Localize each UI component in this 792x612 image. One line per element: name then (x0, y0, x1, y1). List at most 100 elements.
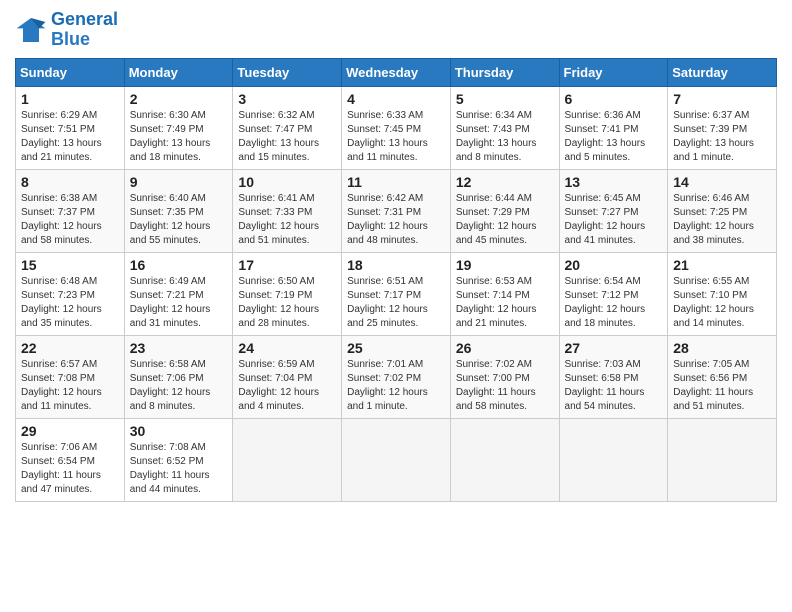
day-info: Sunrise: 6:45 AM Sunset: 7:27 PM Dayligh… (565, 192, 663, 248)
calendar-cell: 11 Sunrise: 6:42 AM Sunset: 7:31 PM Dayli… (342, 169, 451, 252)
day-info: Sunrise: 6:55 AM Sunset: 7:10 PM Dayligh… (673, 275, 771, 331)
day-info: Sunrise: 6:49 AM Sunset: 7:21 PM Dayligh… (130, 275, 228, 331)
day-info: Sunrise: 6:46 AM Sunset: 7:25 PM Dayligh… (673, 192, 771, 248)
calendar-cell: 17Sunrise: 6:50 AM Sunset: 7:19 PM Dayli… (233, 252, 342, 335)
day-number: 8 (21, 174, 119, 190)
calendar-cell: 21 Sunrise: 6:55 AM Sunset: 7:10 PM Dayli… (668, 252, 777, 335)
header-day-friday: Friday (559, 58, 668, 86)
day-info: Sunrise: 6:57 AM Sunset: 7:08 PM Dayligh… (21, 358, 119, 414)
calendar-cell: 24 Sunrise: 6:59 AM Sunset: 7:04 PM Dayli… (233, 335, 342, 418)
day-number: 5 (456, 91, 554, 107)
day-number: 24 (238, 340, 336, 356)
calendar-cell (233, 418, 342, 501)
day-number: 4 (347, 91, 445, 107)
day-number: 13 (565, 174, 663, 190)
day-info: Sunrise: 6:58 AM Sunset: 7:06 PM Dayligh… (130, 358, 228, 414)
day-number: 22 (21, 340, 119, 356)
day-number: 9 (130, 174, 228, 190)
day-number: 19 (456, 257, 554, 273)
day-number: 15 (21, 257, 119, 273)
calendar-cell (559, 418, 668, 501)
calendar-cell: 13 Sunrise: 6:45 AM Sunset: 7:27 PM Dayli… (559, 169, 668, 252)
calendar-header-row: SundayMondayTuesdayWednesdayThursdayFrid… (16, 58, 777, 86)
day-info: Sunrise: 6:41 AM Sunset: 7:33 PM Dayligh… (238, 192, 336, 248)
day-info: Sunrise: 6:34 AM Sunset: 7:43 PM Dayligh… (456, 109, 554, 165)
calendar-week-2: 8 Sunrise: 6:38 AM Sunset: 7:37 PM Daylig… (16, 169, 777, 252)
day-info: Sunrise: 6:33 AM Sunset: 7:45 PM Dayligh… (347, 109, 445, 165)
logo-icon (15, 14, 47, 46)
calendar-cell: 4 Sunrise: 6:33 AM Sunset: 7:45 PM Daylig… (342, 86, 451, 169)
calendar-week-5: 29Sunrise: 7:06 AM Sunset: 6:54 PM Dayli… (16, 418, 777, 501)
day-info: Sunrise: 6:40 AM Sunset: 7:35 PM Dayligh… (130, 192, 228, 248)
calendar-week-3: 15 Sunrise: 6:48 AM Sunset: 7:23 PM Dayli… (16, 252, 777, 335)
calendar-cell: 9 Sunrise: 6:40 AM Sunset: 7:35 PM Daylig… (124, 169, 233, 252)
day-info: Sunrise: 6:53 AM Sunset: 7:14 PM Dayligh… (456, 275, 554, 331)
calendar-cell: 2 Sunrise: 6:30 AM Sunset: 7:49 PM Daylig… (124, 86, 233, 169)
day-info: Sunrise: 7:06 AM Sunset: 6:54 PM Dayligh… (21, 441, 119, 497)
day-number: 27 (565, 340, 663, 356)
header-day-tuesday: Tuesday (233, 58, 342, 86)
day-info: Sunrise: 6:51 AM Sunset: 7:17 PM Dayligh… (347, 275, 445, 331)
calendar-cell (342, 418, 451, 501)
day-info: Sunrise: 6:36 AM Sunset: 7:41 PM Dayligh… (565, 109, 663, 165)
day-number: 18 (347, 257, 445, 273)
page-header: General Blue (15, 10, 777, 50)
day-number: 16 (130, 257, 228, 273)
day-number: 23 (130, 340, 228, 356)
day-number: 10 (238, 174, 336, 190)
day-info: Sunrise: 7:08 AM Sunset: 6:52 PM Dayligh… (130, 441, 228, 497)
day-number: 28 (673, 340, 771, 356)
day-info: Sunrise: 6:50 AM Sunset: 7:19 PM Dayligh… (238, 275, 336, 331)
day-info: Sunrise: 7:03 AM Sunset: 6:58 PM Dayligh… (565, 358, 663, 414)
calendar-week-1: 1 Sunrise: 6:29 AM Sunset: 7:51 PM Daylig… (16, 86, 777, 169)
day-number: 2 (130, 91, 228, 107)
calendar-cell: 25 Sunrise: 7:01 AM Sunset: 7:02 PM Dayli… (342, 335, 451, 418)
calendar-cell: 23 Sunrise: 6:58 AM Sunset: 7:06 PM Dayli… (124, 335, 233, 418)
calendar-cell: 10 Sunrise: 6:41 AM Sunset: 7:33 PM Dayli… (233, 169, 342, 252)
calendar-cell: 14 Sunrise: 6:46 AM Sunset: 7:25 PM Dayli… (668, 169, 777, 252)
day-info: Sunrise: 7:01 AM Sunset: 7:02 PM Dayligh… (347, 358, 445, 414)
day-number: 7 (673, 91, 771, 107)
day-number: 30 (130, 423, 228, 439)
calendar-cell: 6 Sunrise: 6:36 AM Sunset: 7:41 PM Daylig… (559, 86, 668, 169)
calendar-cell: 8 Sunrise: 6:38 AM Sunset: 7:37 PM Daylig… (16, 169, 125, 252)
day-info: Sunrise: 6:42 AM Sunset: 7:31 PM Dayligh… (347, 192, 445, 248)
calendar-cell: 22 Sunrise: 6:57 AM Sunset: 7:08 PM Dayli… (16, 335, 125, 418)
header-day-wednesday: Wednesday (342, 58, 451, 86)
day-info: Sunrise: 6:48 AM Sunset: 7:23 PM Dayligh… (21, 275, 119, 331)
calendar-cell (668, 418, 777, 501)
header-day-monday: Monday (124, 58, 233, 86)
calendar-cell: 3 Sunrise: 6:32 AM Sunset: 7:47 PM Daylig… (233, 86, 342, 169)
day-info: Sunrise: 7:02 AM Sunset: 7:00 PM Dayligh… (456, 358, 554, 414)
calendar-cell: 30 Sunrise: 7:08 AM Sunset: 6:52 PM Dayli… (124, 418, 233, 501)
day-number: 14 (673, 174, 771, 190)
day-info: Sunrise: 6:37 AM Sunset: 7:39 PM Dayligh… (673, 109, 771, 165)
calendar-cell: 16 Sunrise: 6:49 AM Sunset: 7:21 PM Dayli… (124, 252, 233, 335)
header-day-saturday: Saturday (668, 58, 777, 86)
logo-text: General Blue (51, 10, 118, 50)
calendar-cell: 5 Sunrise: 6:34 AM Sunset: 7:43 PM Daylig… (450, 86, 559, 169)
calendar-table: SundayMondayTuesdayWednesdayThursdayFrid… (15, 58, 777, 502)
calendar-week-4: 22 Sunrise: 6:57 AM Sunset: 7:08 PM Dayli… (16, 335, 777, 418)
day-number: 6 (565, 91, 663, 107)
calendar-cell (450, 418, 559, 501)
day-number: 20 (565, 257, 663, 273)
day-info: Sunrise: 6:32 AM Sunset: 7:47 PM Dayligh… (238, 109, 336, 165)
calendar-cell: 12Sunrise: 6:44 AM Sunset: 7:29 PM Dayli… (450, 169, 559, 252)
day-number: 21 (673, 257, 771, 273)
day-number: 1 (21, 91, 119, 107)
day-number: 11 (347, 174, 445, 190)
day-info: Sunrise: 6:38 AM Sunset: 7:37 PM Dayligh… (21, 192, 119, 248)
day-number: 26 (456, 340, 554, 356)
calendar-cell: 7 Sunrise: 6:37 AM Sunset: 7:39 PM Daylig… (668, 86, 777, 169)
day-number: 12 (456, 174, 554, 190)
day-number: 25 (347, 340, 445, 356)
calendar-cell: 18 Sunrise: 6:51 AM Sunset: 7:17 PM Dayli… (342, 252, 451, 335)
day-info: Sunrise: 6:29 AM Sunset: 7:51 PM Dayligh… (21, 109, 119, 165)
day-number: 3 (238, 91, 336, 107)
calendar-cell: 29Sunrise: 7:06 AM Sunset: 6:54 PM Dayli… (16, 418, 125, 501)
calendar-cell: 27 Sunrise: 7:03 AM Sunset: 6:58 PM Dayli… (559, 335, 668, 418)
day-info: Sunrise: 6:30 AM Sunset: 7:49 PM Dayligh… (130, 109, 228, 165)
header-day-sunday: Sunday (16, 58, 125, 86)
day-info: Sunrise: 6:59 AM Sunset: 7:04 PM Dayligh… (238, 358, 336, 414)
